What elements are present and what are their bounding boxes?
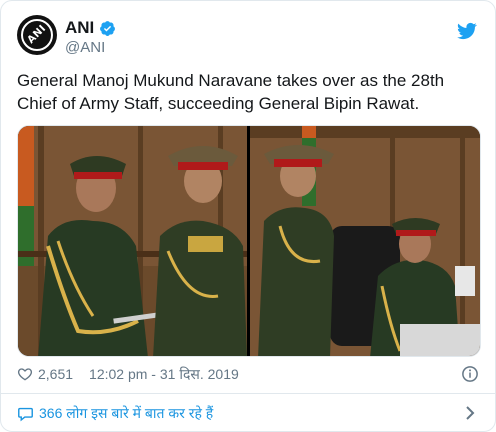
conversation-link[interactable]: 366 लोग इस बारे में बात कर रहे हैं	[17, 401, 481, 425]
tweet-meta-row: 2,651 12:02 pm - 31 दिस. 2019	[17, 363, 481, 385]
avatar[interactable]: ANI	[17, 15, 57, 55]
info-icon[interactable]	[461, 365, 479, 383]
tweet-timestamp[interactable]: 12:02 pm - 31 दिस. 2019	[89, 365, 239, 384]
photo-1-illustration	[18, 126, 247, 356]
tweet-text: General Manoj Mukund Naravane takes over…	[17, 71, 445, 113]
tweet-media[interactable]	[17, 125, 481, 357]
photo-2-illustration	[250, 126, 480, 356]
author-name[interactable]: ANI	[65, 18, 94, 38]
chevron-right-icon[interactable]	[463, 405, 477, 421]
tweet-header: ANI ANI @ANI	[17, 15, 479, 63]
like-count[interactable]: 2,651	[38, 366, 73, 382]
divider	[1, 393, 495, 394]
twitter-bird-icon[interactable]	[457, 21, 477, 41]
author-handle[interactable]: @ANI	[65, 39, 105, 56]
heart-icon[interactable]	[17, 366, 33, 382]
speech-bubble-icon	[18, 407, 33, 421]
tweet-photo-1[interactable]	[18, 126, 247, 356]
verified-badge-icon	[100, 20, 116, 36]
conversation-label[interactable]: 366 लोग इस बारे में बात कर रहे हैं	[39, 404, 213, 423]
tweet-photo-2[interactable]	[250, 126, 480, 356]
tweet-card: ANI ANI @ANI General Manoj Mukund Narava…	[0, 0, 496, 432]
author-name-row[interactable]: ANI	[65, 18, 116, 38]
